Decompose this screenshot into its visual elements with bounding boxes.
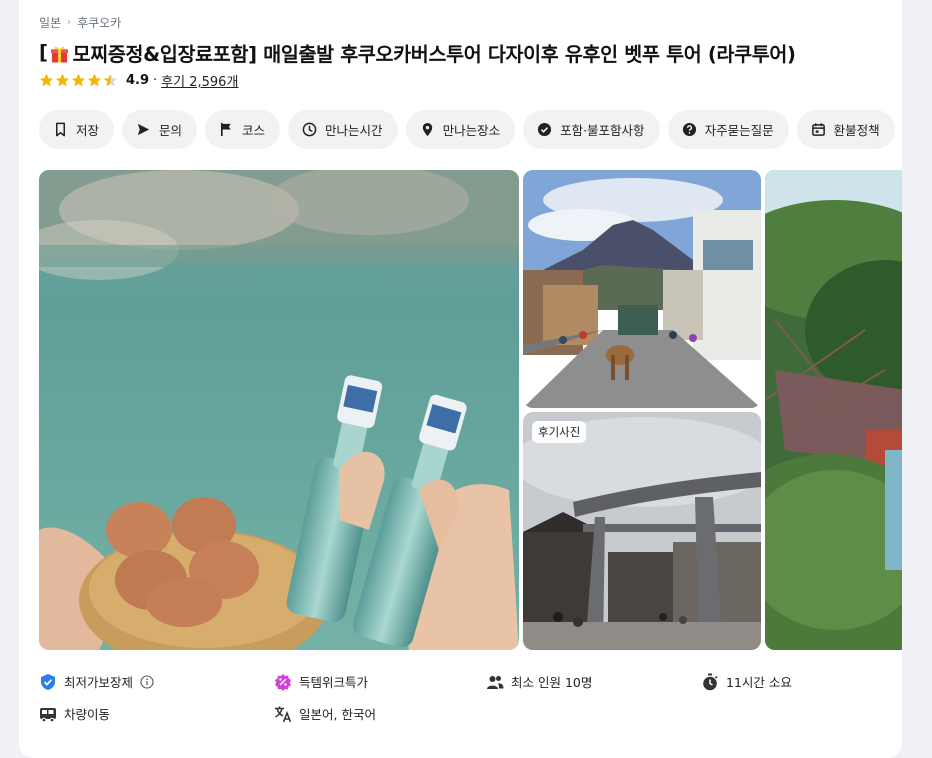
chip-save[interactable]: 저장 xyxy=(39,110,115,149)
chip-refund-policy[interactable]: 환불정책 xyxy=(796,110,895,149)
percent-badge-icon xyxy=(275,673,291,691)
translate-icon xyxy=(275,706,292,722)
feature-label: 11시간 소요 xyxy=(726,675,792,690)
onsen-eggs-ramune-photo xyxy=(39,170,519,650)
breadcrumb: 일본 › 후쿠오카 xyxy=(39,14,121,31)
main-photo[interactable] xyxy=(39,170,519,650)
feature-label: 차량이동 xyxy=(64,707,111,722)
star-rating xyxy=(39,73,118,88)
send-icon xyxy=(137,123,150,136)
torii-gate-photo xyxy=(523,412,761,650)
rating-separator: · xyxy=(153,73,158,88)
rating-summary: 4.9 · 후기 2,596개 xyxy=(39,71,238,90)
chip-label: 포함·불포함사항 xyxy=(560,123,645,138)
chip-label: 환불정책 xyxy=(833,123,880,138)
question-circle-icon xyxy=(682,122,696,137)
chip-label: 만나는장소 xyxy=(442,123,501,138)
chip-inquiry[interactable]: 문의 xyxy=(122,110,198,149)
check-circle-icon xyxy=(538,122,552,137)
chip-label: 만나는시간 xyxy=(325,123,383,138)
review-photo-badge: 후기사진 xyxy=(532,421,587,443)
feature-min-people: 최소 인원 10명 xyxy=(486,672,592,691)
third-photo[interactable] xyxy=(765,170,902,650)
chevron-right-icon: › xyxy=(67,17,72,28)
calendar-icon xyxy=(811,123,825,136)
chip-meeting-time[interactable]: 만나는시간 xyxy=(288,110,398,149)
feature-duration: 11시간 소요 xyxy=(701,672,792,691)
chip-label: 자주묻는질문 xyxy=(704,123,774,138)
chip-label: 저장 xyxy=(76,123,100,138)
star-icon xyxy=(71,73,86,87)
breadcrumb-city[interactable]: 후쿠오카 xyxy=(77,14,121,31)
feature-label: 득템위크특가 xyxy=(299,675,369,690)
product-card: 일본 › 후쿠오카 [ 모찌증정&입장료포함] 매일출발 후쿠오카버스투어 다자… xyxy=(19,0,902,758)
garden-photo xyxy=(765,170,902,650)
location-pin-icon xyxy=(422,122,432,137)
feature-languages: 일본어, 한국어 xyxy=(274,704,376,723)
chip-inclusions[interactable]: 포함·불포함사항 xyxy=(523,110,660,149)
star-icon xyxy=(55,73,70,87)
feature-label: 최저가보장제 xyxy=(64,675,134,690)
stopwatch-icon xyxy=(703,673,718,690)
yufuin-street-photo xyxy=(523,170,761,408)
chip-faq[interactable]: 자주묻는질문 xyxy=(667,110,789,149)
flag-icon xyxy=(221,122,231,137)
street-photo[interactable] xyxy=(523,170,761,408)
page-title: [ 모찌증정&입장료포함] 매일출발 후쿠오카버스투어 다자이후 유후인 벳푸 … xyxy=(39,38,796,67)
feature-label: 일본어, 한국어 xyxy=(299,707,376,722)
feature-transport: 차량이동 xyxy=(39,704,110,723)
bus-icon xyxy=(40,707,56,722)
breadcrumb-country[interactable]: 일본 xyxy=(39,14,61,31)
chip-label: 코스 xyxy=(242,123,266,138)
reviews-link[interactable]: 후기 2,596개 xyxy=(161,71,238,90)
clock-icon xyxy=(302,122,317,137)
gift-icon xyxy=(50,46,68,63)
star-icon xyxy=(39,73,54,87)
info-icon[interactable] xyxy=(140,674,154,689)
users-icon xyxy=(487,675,504,689)
feature-week-deal: 득템위크특가 xyxy=(274,672,368,691)
chip-course[interactable]: 코스 xyxy=(205,110,281,149)
star-icon xyxy=(87,73,102,87)
section-nav-chips: 저장 문의 코스 만나는시간 만나는장소 포함·불포함사항 자주묻는질문 환불정… xyxy=(39,110,902,149)
star-icon xyxy=(103,73,118,87)
title-text: 모찌증정&입장료포함] 매일출발 후쿠오카버스투어 다자이후 유후인 벳푸 투어… xyxy=(72,43,796,66)
chip-label: 문의 xyxy=(159,123,183,138)
feature-lowest-price: 최저가보장제 xyxy=(39,672,154,691)
rating-score: 4.9 xyxy=(126,73,150,88)
feature-label: 최소 인원 10명 xyxy=(511,675,593,690)
title-bracket: [ xyxy=(39,41,48,64)
bookmark-icon xyxy=(56,122,65,137)
chip-meeting-place[interactable]: 만나는장소 xyxy=(405,110,516,149)
shield-check-icon xyxy=(41,673,55,690)
review-photo[interactable]: 후기사진 xyxy=(523,412,761,650)
